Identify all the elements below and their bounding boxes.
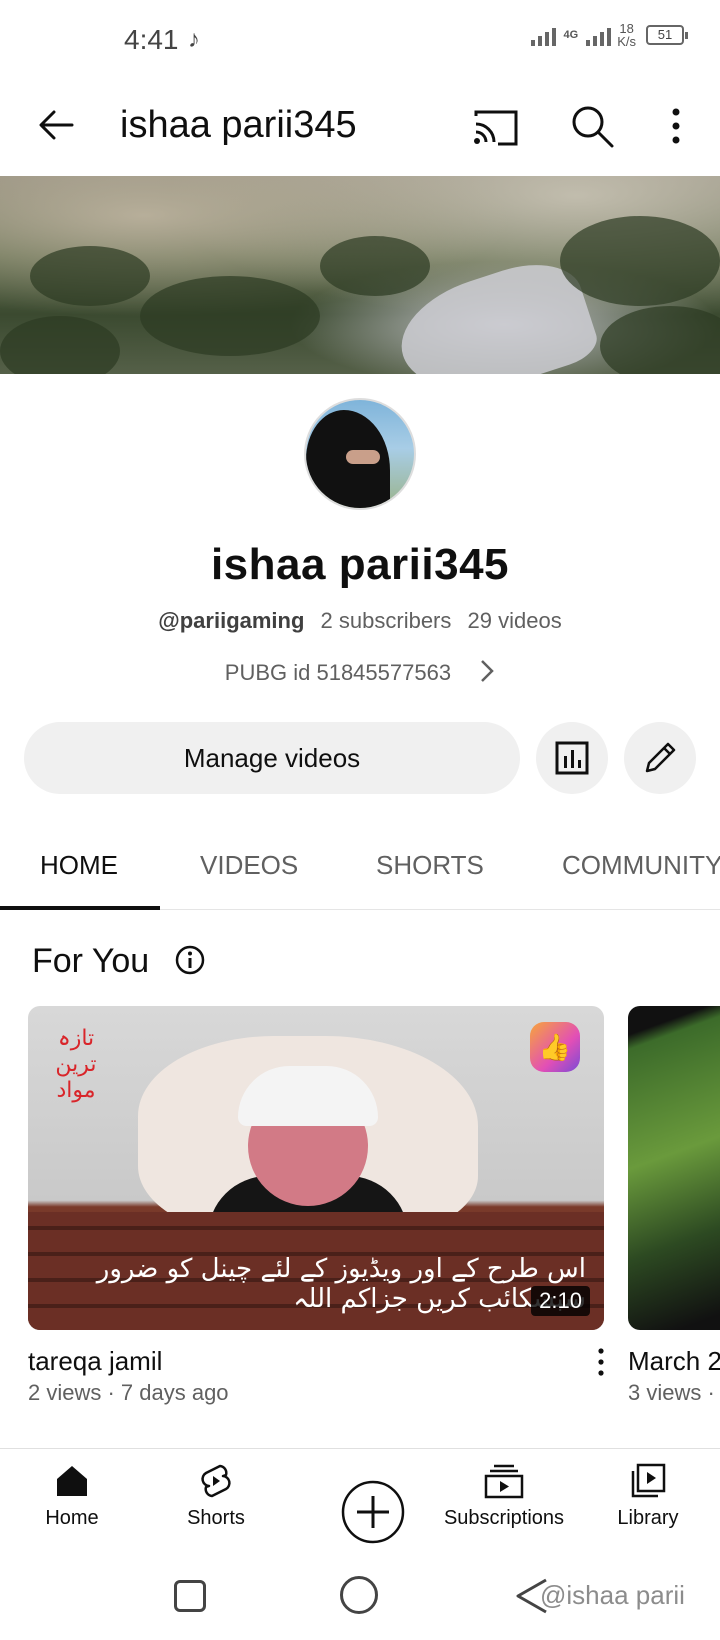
thumbs-up-icon: 👍 — [530, 1022, 580, 1072]
nav-subscriptions-label: Subscriptions — [443, 1507, 565, 1529]
library-icon — [631, 1463, 666, 1498]
app-title: ishaa parii345 — [120, 104, 357, 146]
tab-home[interactable]: HOME — [40, 850, 118, 881]
info-icon[interactable] — [174, 944, 206, 976]
video-meta-2: 3 views · — [628, 1380, 715, 1405]
banner-tree — [140, 276, 320, 356]
nav-shorts[interactable]: Shorts — [146, 1463, 286, 1530]
channel-name: ishaa parii345 — [210, 540, 510, 589]
video-thumbnail-2[interactable] — [628, 1006, 720, 1330]
avatar-eyes — [346, 450, 380, 464]
banner-tree — [0, 316, 120, 374]
battery-icon: 51 — [646, 25, 688, 45]
thumbnail-corner-text: تازہ ترین مواد — [55, 1026, 97, 1103]
signal-icon-2 — [586, 24, 612, 46]
more-vert-icon — [598, 1348, 604, 1376]
video-meta: 2 views · 7 days ago — [28, 1380, 229, 1405]
nav-library-label: Library — [617, 1507, 679, 1529]
video-thumbnail[interactable]: تازہ ترین مواد 👍 اس طرح کے اور ویڈیوز کے… — [28, 1006, 604, 1330]
create-button[interactable] — [326, 1465, 420, 1559]
channel-tabs: HOME VIDEOS SHORTS COMMUNITY — [0, 826, 720, 910]
search-button[interactable] — [568, 102, 616, 150]
signal-icon — [530, 24, 556, 46]
banner-tree — [30, 246, 150, 306]
status-icons: 4G 18 K/s 51 — [530, 22, 688, 48]
bottom-navigation: Home Shorts Subscriptions Library — [0, 1448, 720, 1560]
thumbnail-person-cap — [238, 1066, 378, 1126]
edit-channel-button[interactable] — [624, 722, 696, 794]
tiktok-icon: ♪ — [188, 26, 200, 53]
analytics-icon — [555, 741, 589, 775]
chevron-right-icon — [479, 659, 495, 689]
tab-shorts[interactable]: SHORTS — [376, 850, 484, 881]
cast-icon — [474, 110, 518, 146]
banner-tree — [600, 306, 720, 374]
home-system-button[interactable] — [340, 1576, 378, 1614]
more-options-button[interactable] — [658, 102, 694, 150]
thumbnail-overlay-text: اس طرح کے اور ویڈیوز کے لئے چینل کو ضرور… — [96, 1254, 586, 1314]
pencil-icon — [645, 742, 676, 773]
network-type: 4G — [563, 29, 579, 41]
tab-indicator — [0, 906, 160, 910]
more-vert-icon — [672, 108, 680, 144]
network-speed: 18 K/s — [617, 22, 636, 48]
nav-home[interactable]: Home — [2, 1463, 142, 1530]
subscriber-count: 2 subscribers — [320, 608, 452, 633]
nav-library[interactable]: Library — [578, 1463, 718, 1530]
nav-home-label: Home — [45, 1507, 99, 1529]
video-duration: 2:10 — [531, 1286, 590, 1316]
tab-videos[interactable]: VIDEOS — [200, 850, 298, 881]
system-navigation: @ishaa parii — [0, 1560, 720, 1640]
banner-tree — [320, 236, 430, 296]
watermark: @ishaa parii — [540, 1580, 685, 1610]
banner-tree — [560, 216, 720, 306]
channel-meta: @pariigaming 2 subscribers 29 videos — [0, 608, 720, 634]
tab-community[interactable]: COMMUNITY — [562, 850, 720, 881]
app-bar: ishaa parii345 — [0, 80, 720, 176]
analytics-button[interactable] — [536, 722, 608, 794]
status-bar: 4:41 ♪ 4G 18 K/s 51 — [0, 0, 720, 80]
video-title[interactable]: tareqa jamil — [28, 1346, 162, 1377]
video-count: 29 videos — [467, 608, 562, 633]
cast-button[interactable] — [472, 104, 520, 152]
recents-button[interactable] — [174, 1580, 206, 1612]
video-more-button[interactable] — [592, 1346, 610, 1378]
channel-banner — [0, 176, 720, 374]
arrow-left-icon — [39, 110, 74, 140]
back-button[interactable] — [34, 102, 80, 148]
description-text: PUBG id 51845577563 — [224, 660, 452, 685]
video-title-2[interactable]: March 2 — [628, 1346, 720, 1377]
shorts-icon — [201, 1464, 231, 1498]
channel-description[interactable]: PUBG id 51845577563 — [0, 656, 720, 686]
nav-subscriptions[interactable]: Subscriptions — [434, 1463, 574, 1530]
channel-avatar[interactable] — [304, 398, 416, 510]
speed-unit: K/s — [617, 34, 636, 49]
nav-shorts-label: Shorts — [187, 1507, 245, 1529]
section-title: For You — [32, 942, 150, 980]
status-time: 4:41 — [124, 24, 179, 55]
manage-videos-button[interactable]: Manage videos — [24, 722, 520, 794]
create-icon — [341, 1480, 405, 1544]
thumbnail-person — [208, 1056, 408, 1256]
search-icon — [572, 106, 614, 148]
channel-handle: @pariigaming — [158, 608, 305, 633]
home-icon — [57, 1466, 87, 1496]
subscriptions-icon — [484, 1464, 524, 1499]
